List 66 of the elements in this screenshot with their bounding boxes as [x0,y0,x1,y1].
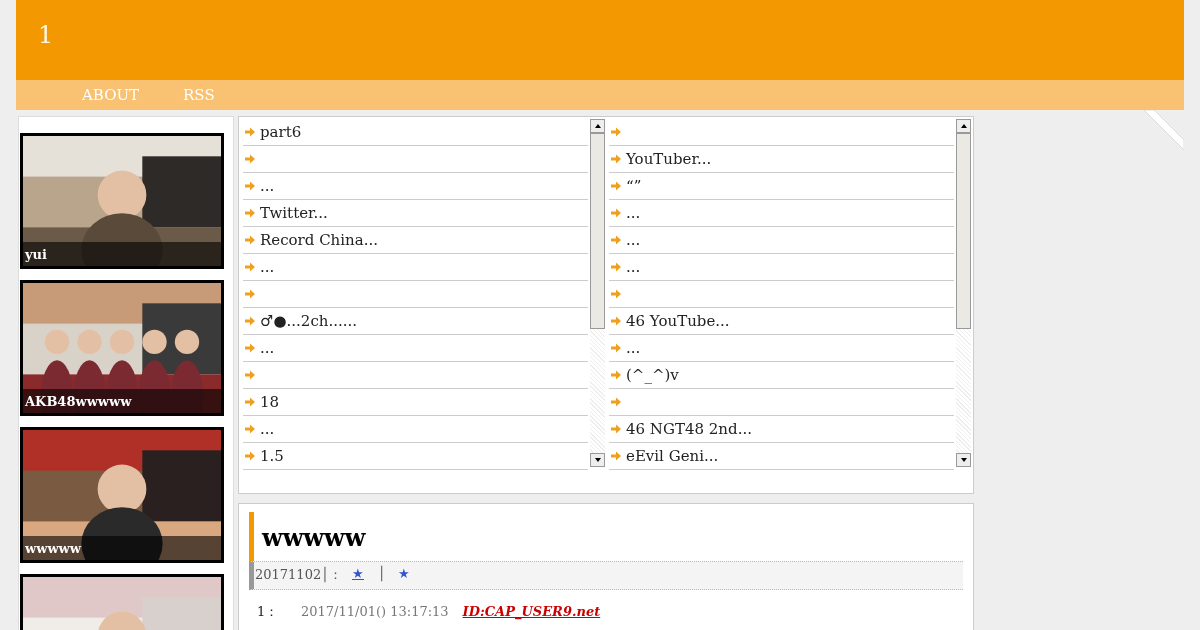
list-link[interactable]: ... [260,177,275,195]
list-link[interactable]: eEvil Geni... [626,447,719,465]
thumbnail-card[interactable]: yui [20,133,224,269]
thumbnail-card[interactable]: wwwww [20,427,224,563]
arrow-icon [610,126,622,138]
list-link[interactable]: 46 YouTube... [626,312,730,330]
arrow-icon [244,450,256,462]
arrow-icon [244,126,256,138]
arrow-icon [244,207,256,219]
arrow-icon [610,423,622,435]
thumbnail-card[interactable]: AKB48wwwww [20,280,224,416]
arrow-icon [244,180,256,192]
arrow-icon [610,234,622,246]
arrow-icon [610,288,622,300]
comment-number: 1： [257,603,280,619]
arrow-icon [244,153,256,165]
comment-date: 2017/11/01() 13:17:13 [301,603,449,619]
list-link[interactable]: ... [626,258,641,276]
list-link[interactable]: “” [626,177,642,195]
arrow-icon [610,450,622,462]
list-link[interactable]: part6 [260,123,302,141]
list-link[interactable]: (^_^)v [626,366,679,384]
star-icon[interactable]: ★ [391,565,410,584]
arrow-icon [244,288,256,300]
thumbnail-caption: yui [25,246,47,262]
arrow-icon [244,396,256,408]
list-link[interactable]: ... [260,420,275,438]
corner-ribbon [1144,110,1184,150]
list-link[interactable]: ... [260,258,275,276]
meta-link[interactable]: ★ [348,565,372,584]
scrollbar[interactable] [590,119,605,467]
arrow-icon [244,423,256,435]
scroll-down-icon[interactable] [959,456,968,464]
scroll-up-icon[interactable] [593,122,602,130]
arrow-icon [610,315,622,327]
thumbnail-caption: AKB48wwwww [25,393,132,409]
arrow-icon [610,261,622,273]
list-link[interactable]: 1.5 [260,447,284,465]
meta-text: │ [378,565,386,584]
scroll-down-icon[interactable] [593,456,602,464]
arrow-icon [244,342,256,354]
scrollbar[interactable] [956,119,971,467]
arrow-icon [610,153,622,165]
thumbnail-caption: wwwww [25,540,81,556]
list-link[interactable]: ... [626,339,641,357]
arrow-icon [244,234,256,246]
list-link[interactable]: Twitter... [260,204,328,222]
list-link[interactable]: ... [260,339,275,357]
arrow-icon [610,342,622,354]
arrow-icon [610,369,622,381]
arrow-icon [244,261,256,273]
arrow-icon [610,207,622,219]
list-link[interactable]: 18 [260,393,280,411]
list-link[interactable]: ... [626,204,641,222]
arrow-icon [610,180,622,192]
list-link[interactable]: Record China... [260,231,378,249]
meta-text: 20171102│： [255,565,342,584]
scroll-up-icon[interactable] [959,122,968,130]
list-link[interactable]: ... [626,231,641,249]
comment-id: ID:CAP_USER9.net [462,603,601,619]
arrow-icon [610,396,622,408]
arrow-icon [244,369,256,381]
list-link[interactable]: ♂●...2ch...... [260,312,358,330]
list-link[interactable]: 46 NGT48 2nd... [626,420,752,438]
list-link[interactable]: YouTuber... [626,150,712,168]
arrow-icon [244,315,256,327]
